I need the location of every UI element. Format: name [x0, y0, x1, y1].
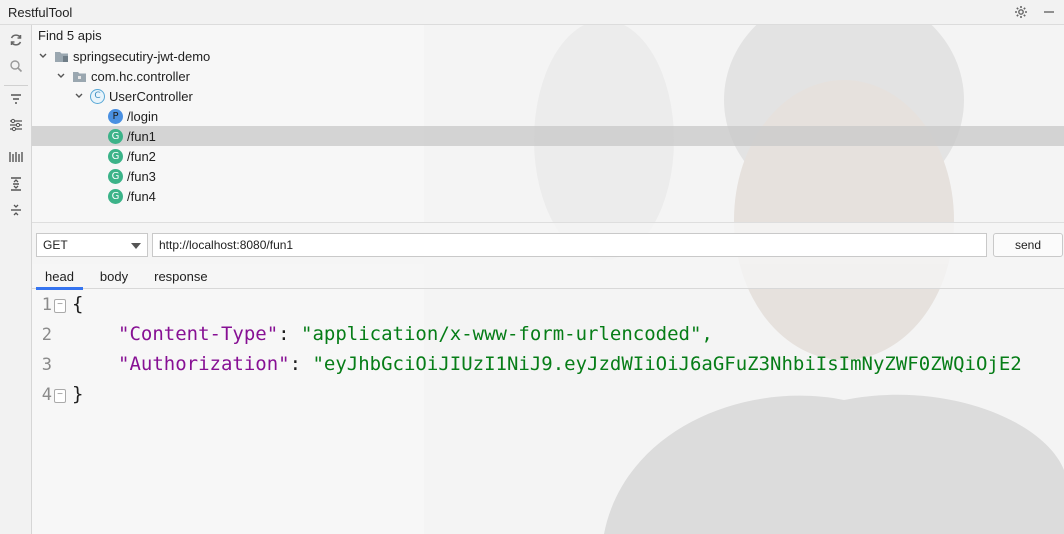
post-method-icon: P: [108, 108, 123, 124]
code-line-content-type: "Content-Type": "application/x-www-form-…: [118, 323, 713, 345]
request-tabs: head body response: [32, 264, 1064, 290]
tree-node-controller[interactable]: C UserController: [72, 86, 193, 106]
sidebar-divider: [4, 85, 28, 86]
fold-icon[interactable]: −: [54, 299, 66, 313]
http-method-value: GET: [43, 238, 68, 252]
window-title: RestfulTool: [8, 4, 73, 20]
line-number: 2: [41, 325, 52, 345]
code-close-brace: }: [72, 383, 84, 405]
endpoint-path: /login: [127, 108, 159, 124]
search-icon[interactable]: [6, 56, 26, 76]
endpoint-path: /fun2: [127, 148, 156, 164]
chevron-down-icon[interactable]: [36, 49, 50, 63]
tab-body[interactable]: body: [87, 264, 141, 289]
url-input[interactable]: http://localhost:8080/fun1: [152, 233, 987, 257]
class-icon: C: [90, 88, 105, 104]
refresh-icon[interactable]: [6, 30, 26, 50]
project-label: springsecutiry-jwt-demo: [73, 48, 211, 64]
package-folder-icon: [72, 69, 87, 84]
editor-gutter: 1 − 2 3 4 −: [32, 289, 70, 534]
endpoint-path: /fun4: [127, 188, 156, 204]
title-bar: RestfulTool: [0, 0, 1064, 25]
api-count-label: Find 5 apis: [38, 28, 102, 43]
get-method-icon: G: [108, 168, 123, 184]
tree-endpoint-fun3[interactable]: G /fun3: [108, 166, 156, 186]
controller-label: UserController: [109, 88, 193, 104]
request-bar: GET http://localhost:8080/fun1 send: [32, 222, 1064, 264]
gear-icon[interactable]: [1012, 3, 1030, 21]
tab-response[interactable]: response: [141, 264, 220, 289]
settings-sliders-icon[interactable]: [6, 115, 26, 135]
module-folder-icon: [54, 49, 69, 64]
get-method-icon: G: [108, 188, 123, 204]
collapse-all-icon[interactable]: [6, 200, 26, 220]
header-value: "application/x-www-form-urlencoded",: [301, 323, 713, 345]
header-value: "eyJhbGciOiJIUzI1NiJ9.eyJzdWIiOiJ6aGFuZ3…: [312, 353, 1022, 375]
line-number: 4: [41, 385, 52, 405]
chevron-down-icon[interactable]: [72, 89, 86, 103]
send-button[interactable]: send: [993, 233, 1063, 257]
columns-icon[interactable]: [6, 147, 26, 167]
tool-sidebar: [0, 25, 32, 534]
api-tree: Find 5 apis springsecutiry-jwt-demo com.…: [32, 25, 1064, 222]
endpoint-path: /fun1: [127, 128, 156, 144]
tree-endpoint-fun4[interactable]: G /fun4: [108, 186, 156, 206]
get-method-icon: G: [108, 128, 123, 144]
tab-head[interactable]: head: [32, 264, 87, 290]
header-key: "Authorization": [118, 353, 290, 375]
tree-endpoint-fun1[interactable]: G /fun1: [108, 126, 156, 146]
tree-node-project[interactable]: springsecutiry-jwt-demo: [36, 46, 210, 66]
code-open-brace: {: [72, 293, 84, 315]
fold-icon[interactable]: −: [54, 389, 66, 403]
endpoint-path: /fun3: [127, 168, 156, 184]
line-number: 1: [41, 295, 52, 315]
line-number: 3: [41, 355, 52, 375]
minimize-icon[interactable]: [1040, 3, 1058, 21]
code-line-authorization: "Authorization": "eyJhbGciOiJIUzI1NiJ9.e…: [118, 353, 1022, 375]
filter-icon[interactable]: [6, 89, 26, 109]
chevron-down-icon[interactable]: [54, 69, 68, 83]
package-label: com.hc.controller: [91, 68, 190, 84]
tree-node-package[interactable]: com.hc.controller: [54, 66, 190, 86]
header-key: "Content-Type": [118, 323, 279, 345]
get-method-icon: G: [108, 148, 123, 164]
tree-endpoint-login[interactable]: P /login: [108, 106, 158, 126]
tree-endpoint-fun2[interactable]: G /fun2: [108, 146, 156, 166]
headers-editor[interactable]: 1 − 2 3 4 − { "Content-Type": "applicati…: [32, 289, 1064, 534]
http-method-select[interactable]: GET: [36, 233, 148, 257]
dropdown-caret-icon: [131, 243, 141, 249]
expand-all-icon[interactable]: [6, 174, 26, 194]
